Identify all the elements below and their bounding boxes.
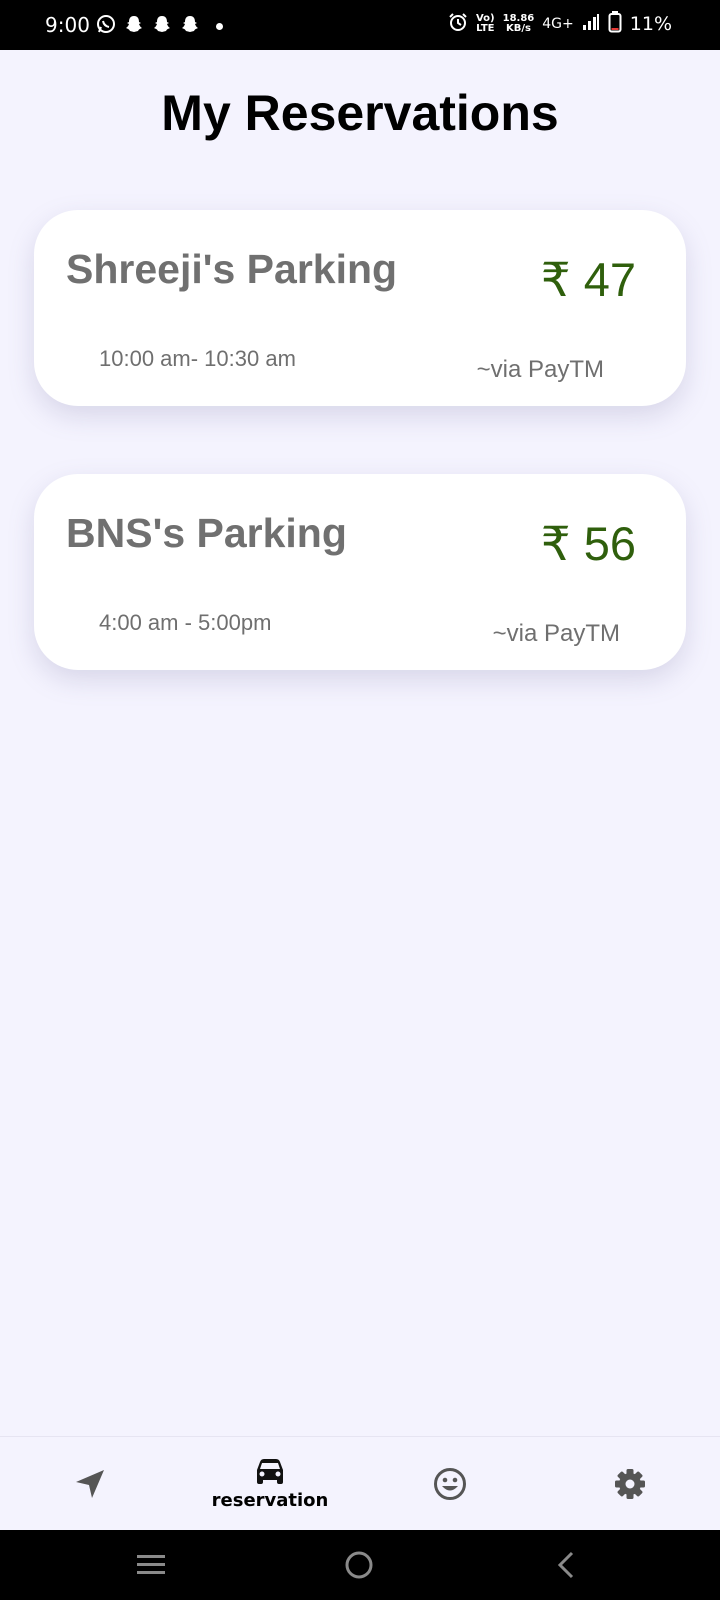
navigation-arrow-icon xyxy=(73,1467,107,1501)
nav-item-settings[interactable] xyxy=(600,1437,660,1531)
snapchat-icon xyxy=(180,14,200,39)
lte-label: LTE xyxy=(476,23,495,34)
alarm-icon xyxy=(448,12,468,36)
reservation-time: 10:00 am- 10:30 am xyxy=(99,346,296,371)
gear-icon xyxy=(613,1467,647,1501)
nav-label-reservation: reservation xyxy=(211,1489,329,1511)
snapchat-icon xyxy=(124,14,144,39)
reservation-price: ₹ 56 xyxy=(540,517,636,570)
parking-name: Shreeji's Parking xyxy=(66,246,398,292)
car-icon xyxy=(254,1458,286,1486)
status-indicators: Vo) LTE 18.86 KB/s 4G+ 11% xyxy=(448,11,672,37)
battery-icon xyxy=(608,11,622,37)
battery-percent: 11% xyxy=(629,13,672,35)
notification-icons xyxy=(96,14,223,39)
nav-item-reservation[interactable]: reservation xyxy=(200,1437,340,1531)
parking-name: BNS's Parking xyxy=(66,510,347,556)
smiley-icon xyxy=(433,1467,467,1501)
speed-unit: KB/s xyxy=(505,23,531,34)
page-title: My Reservations xyxy=(161,85,559,141)
more-notifications-dot xyxy=(216,23,223,30)
status-bar: 9:00 Vo) LTE 18.86 KB/s 4G+ 11% xyxy=(0,0,720,50)
reservation-price: ₹ 47 xyxy=(540,253,636,306)
nav-item-navigate[interactable] xyxy=(60,1437,120,1531)
network-type: 4G+ xyxy=(542,16,574,32)
signal-icon xyxy=(582,13,600,35)
system-navigation-bar xyxy=(0,1530,720,1600)
reservation-card[interactable]: Shreeji's Parking ₹ 47 10:00 am- 10:30 a… xyxy=(34,210,686,406)
home-icon[interactable] xyxy=(344,1550,374,1585)
reservation-card[interactable]: BNS's Parking ₹ 56 4:00 am - 5:00pm ~via… xyxy=(34,474,686,670)
bottom-navigation: reservation xyxy=(0,1436,720,1530)
snapchat-icon xyxy=(152,14,172,39)
payment-method: ~via PayTM xyxy=(476,356,604,383)
back-icon[interactable] xyxy=(552,1550,582,1585)
payment-method: ~via PayTM xyxy=(492,620,620,647)
network-speed: 18.86 KB/s xyxy=(503,14,535,34)
recent-apps-icon[interactable] xyxy=(136,1550,166,1585)
whatsapp-icon xyxy=(96,14,116,39)
reservation-time: 4:00 am - 5:00pm xyxy=(99,610,272,635)
status-time: 9:00 xyxy=(45,13,90,37)
nav-item-profile[interactable] xyxy=(420,1437,480,1531)
volte-indicator: Vo) LTE xyxy=(476,14,495,34)
